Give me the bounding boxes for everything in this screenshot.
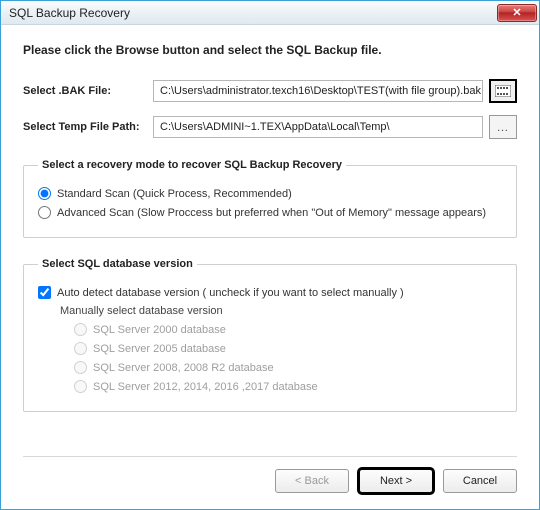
ver-2000-option: SQL Server 2000 database [74,323,502,336]
recovery-legend: Select a recovery mode to recover SQL Ba… [38,159,346,171]
auto-detect-checkbox[interactable] [38,286,51,299]
cancel-button[interactable]: Cancel [443,469,517,493]
ver-2012-radio [74,380,87,393]
advanced-scan-option[interactable]: Advanced Scan (Slow Proccess but preferr… [38,206,502,219]
temp-path-input[interactable]: C:\Users\ADMINI~1.TEX\AppData\Local\Temp… [153,116,483,138]
ver-2008-option: SQL Server 2008, 2008 R2 database [74,361,502,374]
advanced-scan-radio[interactable] [38,206,51,219]
ver-2005-radio [74,342,87,355]
browse-bak-button[interactable] [489,79,517,103]
manual-select-label: Manually select database version [60,305,502,317]
instruction-text: Please click the Browse button and selec… [23,43,517,57]
ver-2005-label: SQL Server 2005 database [93,343,226,355]
bak-label: Select .BAK File: [23,85,153,97]
ver-2000-label: SQL Server 2000 database [93,324,226,336]
titlebar: SQL Backup Recovery ✕ [1,1,539,25]
ellipsis-icon: … [497,120,510,134]
standard-scan-option[interactable]: Standard Scan (Quick Process, Recommende… [38,187,502,200]
advanced-scan-label: Advanced Scan (Slow Proccess but preferr… [57,207,486,219]
close-icon: ✕ [512,6,521,19]
temp-label: Select Temp File Path: [23,121,153,133]
auto-detect-label: Auto detect database version ( uncheck i… [57,287,404,299]
standard-scan-radio[interactable] [38,187,51,200]
ver-2000-radio [74,323,87,336]
ver-2012-label: SQL Server 2012, 2014, 2016 ,2017 databa… [93,381,318,393]
ver-2008-radio [74,361,87,374]
standard-scan-label: Standard Scan (Quick Process, Recommende… [57,188,292,200]
close-button[interactable]: ✕ [497,4,537,22]
version-group: Select SQL database version Auto detect … [23,258,517,412]
version-legend: Select SQL database version [38,258,197,270]
auto-detect-option[interactable]: Auto detect database version ( uncheck i… [38,286,502,299]
next-button[interactable]: Next > [359,469,433,493]
bak-path-input[interactable]: C:\Users\administrator.texch16\Desktop\T… [153,80,483,102]
browse-temp-button[interactable]: … [489,115,517,139]
ver-2012-option: SQL Server 2012, 2014, 2016 ,2017 databa… [74,380,502,393]
file-icon [495,85,511,97]
back-button: < Back [275,469,349,493]
ver-2008-label: SQL Server 2008, 2008 R2 database [93,362,274,374]
window-title: SQL Backup Recovery [9,6,497,20]
separator [23,456,517,457]
ver-2005-option: SQL Server 2005 database [74,342,502,355]
recovery-mode-group: Select a recovery mode to recover SQL Ba… [23,159,517,238]
